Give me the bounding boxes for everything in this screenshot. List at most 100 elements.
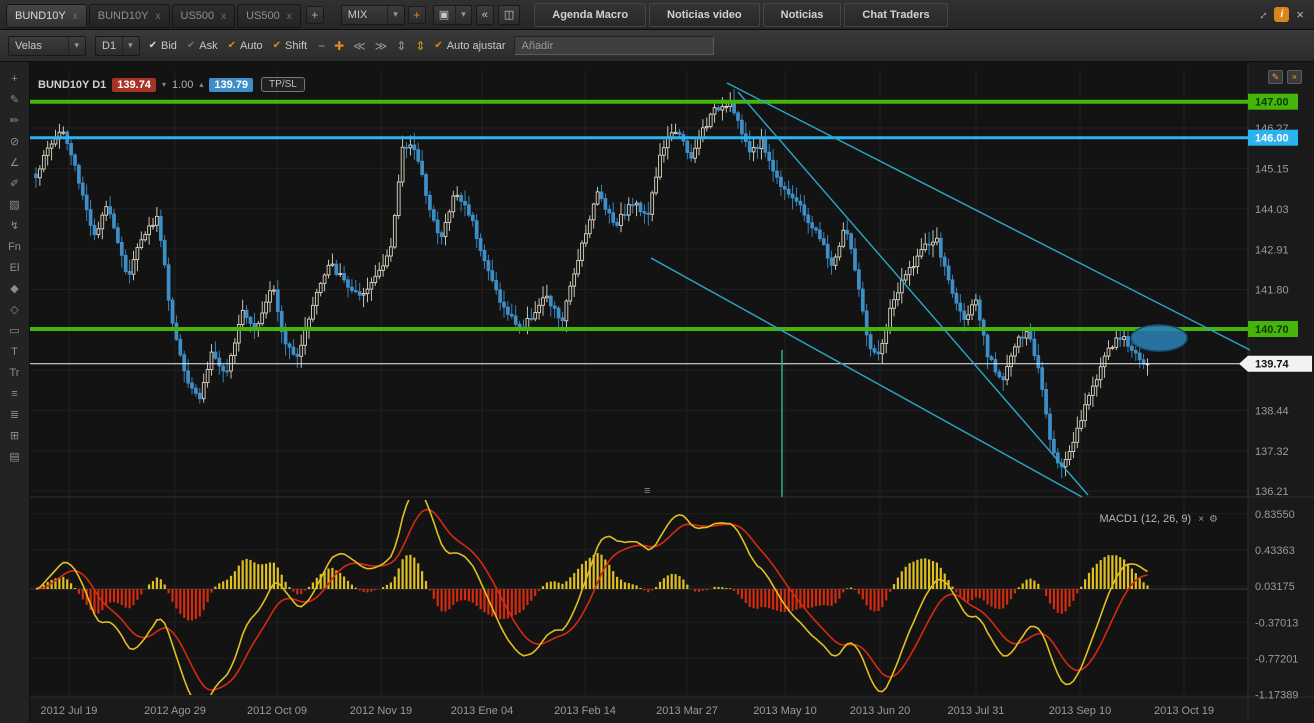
- tab-us500-3[interactable]: US500 x: [172, 4, 236, 28]
- layout-tool-icon[interactable]: ▤: [4, 446, 26, 467]
- svg-text:147.00: 147.00: [1255, 97, 1289, 109]
- price-badge-last-price[interactable]: 139.74: [1239, 356, 1312, 372]
- tab-bund10y-2[interactable]: BUND10Y x: [89, 4, 170, 28]
- tpsl-button[interactable]: TP/SL: [261, 77, 305, 92]
- close-tab-icon[interactable]: x: [221, 11, 226, 22]
- ellipse-annotation[interactable]: [1131, 325, 1187, 351]
- add-tab-button[interactable]: +: [306, 6, 324, 24]
- scroll-left-button[interactable]: ≪: [353, 39, 366, 53]
- menu-button-agenda-macro[interactable]: Agenda Macro: [534, 3, 646, 27]
- angle-tool-icon[interactable]: ∠: [4, 152, 26, 173]
- svg-text:2013 May 10: 2013 May 10: [753, 705, 817, 717]
- elliott-tool-icon[interactable]: El: [4, 257, 26, 278]
- grid-tool-icon[interactable]: ⊞: [4, 425, 26, 446]
- chevron-down-icon: ▾: [122, 37, 133, 55]
- display-mode-dropdown-glyph: ▣: [439, 8, 449, 21]
- checkbox-auto-ajustar[interactable]: ✔Auto ajustar: [434, 40, 505, 52]
- pencil-tool-icon[interactable]: ✎: [4, 89, 26, 110]
- series-type-dropdown[interactable]: Velas ▾: [8, 36, 86, 56]
- list-tool-icon[interactable]: ≡: [4, 383, 26, 404]
- pattern-tool-icon[interactable]: ▨: [4, 194, 26, 215]
- expand-vertical-button[interactable]: ⇕: [396, 39, 406, 53]
- eraser-tool-icon[interactable]: ⊘: [4, 131, 26, 152]
- add-indicator-input[interactable]: [514, 36, 714, 55]
- freehand-tool-icon[interactable]: ✐: [4, 173, 26, 194]
- tab-bund10y-1[interactable]: BUND10Y x: [6, 4, 87, 28]
- edit-chart-icon[interactable]: ✎: [1268, 70, 1283, 84]
- close-tab-icon[interactable]: x: [73, 11, 78, 22]
- scroll-right-button[interactable]: ≫: [375, 39, 388, 53]
- svg-text:2012 Oct 09: 2012 Oct 09: [247, 705, 307, 717]
- toolbar-icon-buttons: −✚ ≪ ≫ ⇕ ⇕: [318, 39, 425, 53]
- macd-indicator-label: MACD1 (12, 26, 9) ×⚙: [1099, 513, 1218, 525]
- check-icon: ✔: [187, 40, 195, 51]
- spread-value: 1.00: [172, 79, 193, 91]
- menu-button-noticias-video[interactable]: Noticias video: [649, 3, 760, 27]
- svg-text:144.03: 144.03: [1255, 204, 1289, 216]
- zoom-out-button[interactable]: −: [318, 39, 325, 53]
- checkbox-bid[interactable]: ✔Bid: [149, 40, 177, 52]
- diamond-tool-icon[interactable]: ◆: [4, 278, 26, 299]
- menu-button-noticias[interactable]: Noticias: [763, 3, 842, 27]
- tab-us500-4[interactable]: US500x: [237, 4, 301, 28]
- zigzag-tool-icon[interactable]: ↯: [4, 215, 26, 236]
- shape-tool-icon[interactable]: ◇: [4, 299, 26, 320]
- tab-label: BUND10Y: [98, 10, 149, 22]
- info-icon[interactable]: i: [1274, 7, 1289, 22]
- check-icon: ✔: [434, 40, 442, 51]
- price-chart[interactable]: 146.27145.15144.03142.91141.80138.44137.…: [30, 62, 1314, 723]
- resize-window-icon[interactable]: ↕: [1257, 7, 1271, 21]
- chevron-down-icon: ▾: [68, 37, 79, 55]
- tab-bar: BUND10YxBUND10YxUS500xUS500x + MIX ▾ + ▣…: [0, 0, 1314, 30]
- indicator-settings-icon[interactable]: ⚙: [1209, 514, 1218, 525]
- chart-corner-icons: ✎×: [1268, 70, 1302, 84]
- svg-text:2012 Ago 29: 2012 Ago 29: [144, 705, 206, 717]
- zoom-in-button[interactable]: ✚: [334, 39, 344, 53]
- svg-text:2013 Jul 31: 2013 Jul 31: [948, 705, 1005, 717]
- text-tool-icon[interactable]: T: [4, 341, 26, 362]
- ask-price-badge[interactable]: 139.79: [209, 78, 253, 92]
- function-tool-icon[interactable]: Fn: [4, 236, 26, 257]
- price-badge-resistance-mid[interactable]: 140.70: [1248, 321, 1298, 337]
- checkbox-label: Bid: [161, 40, 177, 52]
- bid-price-badge[interactable]: 139.74: [112, 78, 156, 92]
- fit-vertical-button[interactable]: ⇕: [415, 39, 425, 53]
- svg-text:2013 Mar 27: 2013 Mar 27: [656, 705, 718, 717]
- trend-tool-icon[interactable]: Tr: [4, 362, 26, 383]
- close-chart-icon[interactable]: ×: [1287, 70, 1302, 84]
- tab-label: US500: [181, 10, 215, 22]
- timeframe-label: D1: [102, 40, 116, 52]
- display-mode-dropdown[interactable]: ▣▾: [433, 5, 472, 25]
- price-badge-resistance-top[interactable]: 147.00: [1248, 94, 1298, 110]
- svg-text:-0.77201: -0.77201: [1255, 654, 1298, 666]
- svg-text:0.83550: 0.83550: [1255, 509, 1295, 521]
- mix-dropdown[interactable]: MIX ▾: [341, 5, 405, 25]
- panel-divider-handle[interactable]: ≡: [644, 486, 650, 496]
- close-tab-icon[interactable]: x: [156, 11, 161, 22]
- bars-tool-icon[interactable]: ≣: [4, 404, 26, 425]
- menu-button-chat-traders[interactable]: Chat Traders: [844, 3, 947, 27]
- add-tool-icon[interactable]: +: [4, 68, 26, 89]
- svg-text:2013 Ene 04: 2013 Ene 04: [451, 705, 513, 717]
- svg-text:146.00: 146.00: [1255, 133, 1289, 145]
- checkbox-ask[interactable]: ✔Ask: [187, 40, 218, 52]
- mix-dropdown-label: MIX: [348, 9, 368, 21]
- checkbox-label: Shift: [285, 40, 307, 52]
- layout-button[interactable]: ◫: [498, 5, 520, 25]
- pen-tool-icon[interactable]: ✏: [4, 110, 26, 131]
- svg-text:2012 Nov 19: 2012 Nov 19: [350, 705, 412, 717]
- svg-text:0.03175: 0.03175: [1255, 581, 1295, 593]
- svg-text:139.74: 139.74: [1255, 359, 1290, 371]
- svg-text:138.44: 138.44: [1255, 406, 1289, 418]
- checkbox-auto[interactable]: ✔Auto: [228, 40, 263, 52]
- rectangle-tool-icon[interactable]: ▭: [4, 320, 26, 341]
- checkbox-shift[interactable]: ✔Shift: [273, 40, 307, 52]
- rewind-button[interactable]: «: [476, 5, 494, 25]
- close-window-icon[interactable]: ×: [1296, 7, 1304, 22]
- timeframe-dropdown[interactable]: D1 ▾: [95, 36, 140, 56]
- tab-label: BUND10Y: [15, 10, 66, 22]
- price-badge-blue-horizontal[interactable]: 146.00: [1248, 130, 1298, 146]
- remove-indicator-icon[interactable]: ×: [1198, 514, 1204, 525]
- add-chart-button[interactable]: +: [408, 6, 426, 24]
- close-tab-icon[interactable]: x: [287, 11, 292, 22]
